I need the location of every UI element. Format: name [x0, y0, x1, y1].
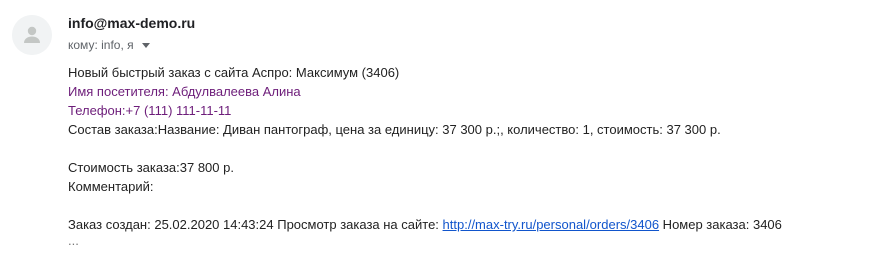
- recipients-label: кому: info, я: [68, 38, 134, 52]
- person-avatar-icon: [12, 15, 52, 55]
- sender-avatar[interactable]: [12, 15, 52, 55]
- comment-line: Комментарий:: [68, 179, 154, 194]
- order-created-text: Заказ создан: 25.02.2020 14:43:24 Просмо…: [68, 217, 443, 232]
- order-link[interactable]: http://max-try.ru/personal/orders/3406: [443, 217, 660, 232]
- order-created-line: Заказ создан: 25.02.2020 14:43:24 Просмо…: [68, 215, 782, 234]
- sender-email[interactable]: info@max-demo.ru: [68, 14, 195, 32]
- visitor-name-line: Имя посетителя: Абдулвалеева Алина: [68, 84, 301, 99]
- caret-down-icon[interactable]: [141, 42, 150, 48]
- trimmed-content-ellipsis[interactable]: ...: [68, 234, 782, 247]
- recipients-line[interactable]: кому: info, я: [68, 37, 195, 53]
- order-number-text: Номер заказа: 3406: [659, 217, 782, 232]
- order-content-line: Состав заказа:Название: Диван пантограф,…: [68, 122, 721, 137]
- order-title-line: Новый быстрый заказ с сайта Аспро: Макси…: [68, 65, 400, 80]
- phone-line: Телефон:+7 (111) 111-11-11: [68, 103, 232, 118]
- message-header: info@max-demo.ru кому: info, я: [68, 14, 195, 53]
- message-body: Новый быстрый заказ с сайта Аспро: Макси…: [68, 63, 782, 247]
- order-cost-line: Стоимость заказа:37 800 р.: [68, 160, 234, 175]
